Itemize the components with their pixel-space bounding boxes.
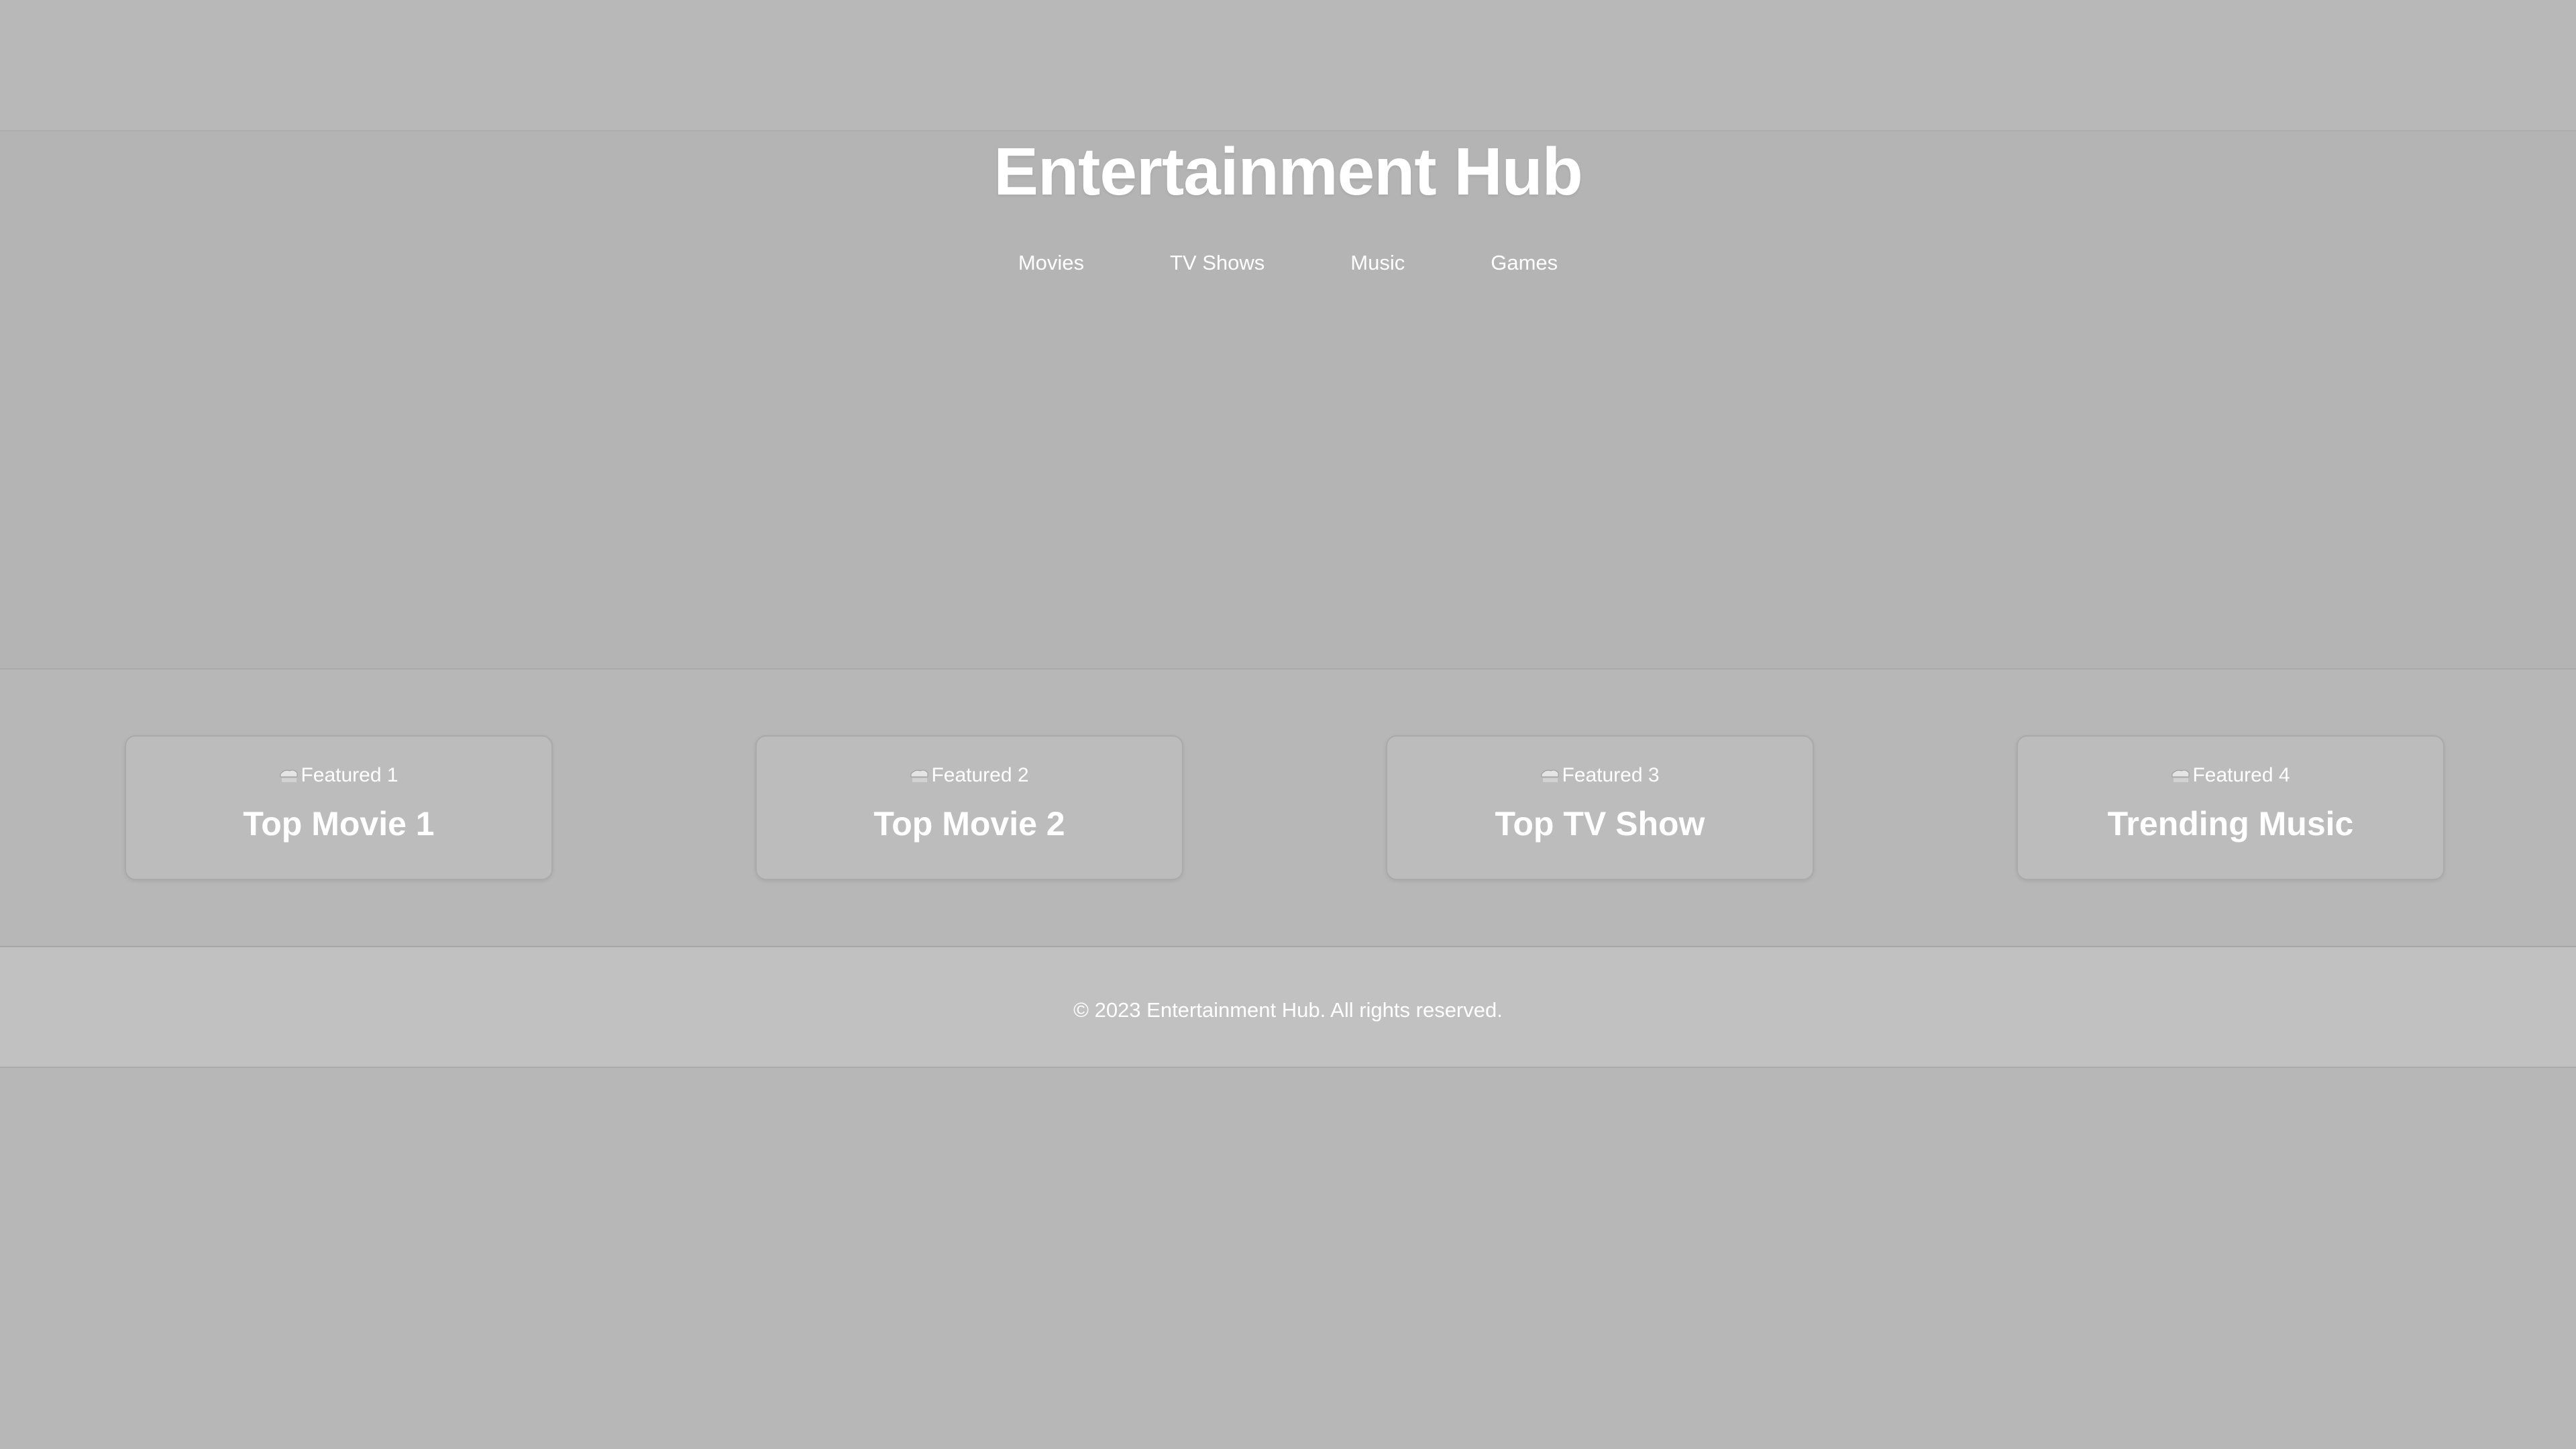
featured-image-alt: Featured 3 (1562, 764, 1660, 786)
nav-link-tv-shows[interactable]: TV Shows (1170, 250, 1265, 276)
footer-copyright: © 2023 Entertainment Hub. All rights res… (1073, 998, 1503, 1022)
broken-image-icon (910, 767, 930, 784)
main-nav: Movies TV Shows Music Games (0, 250, 2576, 276)
featured-card-title: Top Movie 2 (873, 805, 1065, 843)
featured-card-title: Top Movie 1 (243, 805, 435, 843)
featured-image-4: Featured 4 (2171, 763, 2290, 788)
featured-card-title: Top TV Show (1495, 805, 1705, 843)
featured-card-3[interactable]: Featured 3 Top TV Show (1386, 735, 1814, 880)
featured-image-alt: Featured 2 (931, 764, 1029, 786)
broken-image-icon (2171, 767, 2191, 784)
featured-image-alt: Featured 1 (301, 764, 398, 786)
featured-card-2[interactable]: Featured 2 Top Movie 2 (755, 735, 1183, 880)
top-band (0, 0, 2576, 131)
page: Entertainment Hub Movies TV Shows Music … (0, 0, 2576, 1449)
featured-card-1[interactable]: Featured 1 Top Movie 1 (125, 735, 553, 880)
featured-card-title: Trending Music (2107, 805, 2354, 843)
featured-image-1: Featured 1 (279, 763, 398, 788)
broken-image-icon (279, 767, 299, 784)
hero-header (0, 131, 2576, 669)
nav-link-music[interactable]: Music (1350, 250, 1405, 276)
site-title: Entertainment Hub (994, 134, 1582, 209)
broken-image-icon (1540, 767, 1560, 784)
nav-link-games[interactable]: Games (1491, 250, 1558, 276)
featured-image-3: Featured 3 (1540, 763, 1660, 788)
featured-card-4[interactable]: Featured 4 Trending Music (2017, 735, 2445, 880)
featured-image-2: Featured 2 (910, 763, 1029, 788)
featured-image-alt: Featured 4 (2192, 764, 2290, 786)
nav-link-movies[interactable]: Movies (1018, 250, 1084, 276)
